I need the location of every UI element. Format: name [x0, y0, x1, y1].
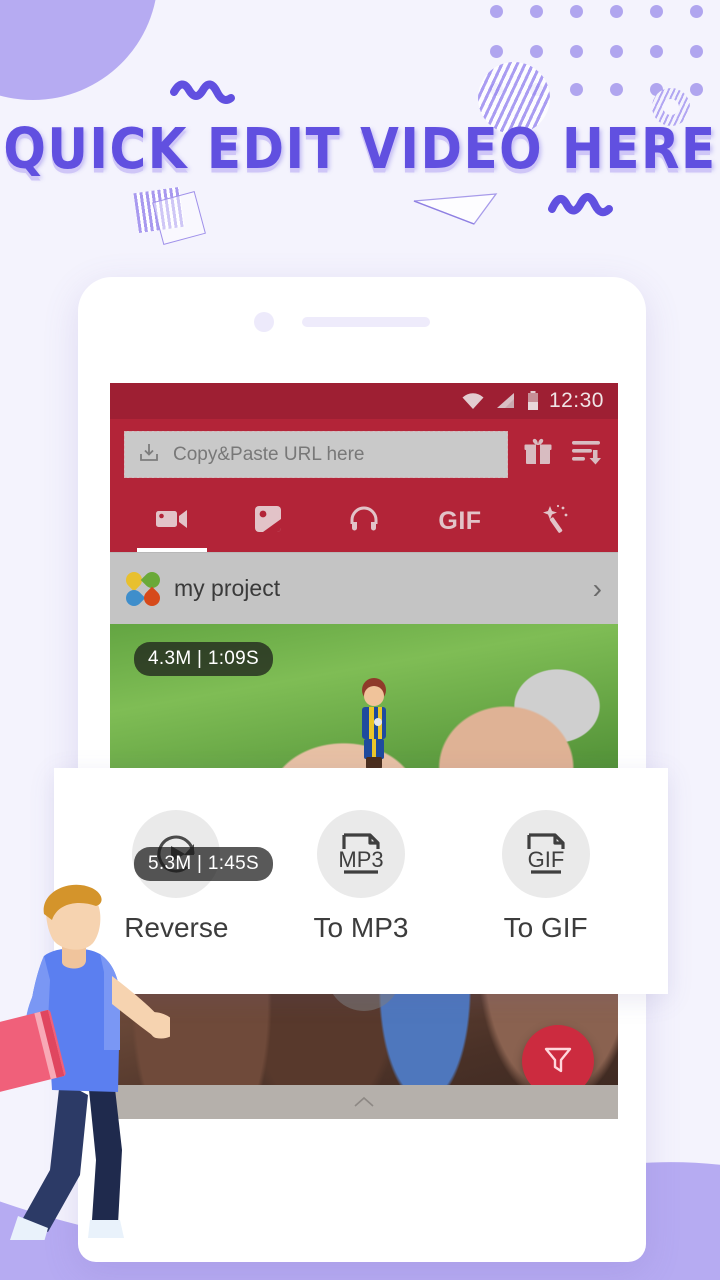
download-list-icon[interactable] [570, 438, 602, 471]
mp3-file-icon: MP3 [316, 810, 405, 898]
video-badge-2: 5.3M | 1:45S [134, 847, 273, 881]
paper-plane-decoration [413, 193, 498, 225]
promo-screenshot: QUICK EDIT VIDEO HERE 12:30 Copy&Paste U… [0, 0, 720, 1280]
outline-square-decoration [152, 191, 206, 245]
filter-funnel-icon [541, 1042, 575, 1081]
toy-figure-graphic [361, 678, 386, 770]
video-badge-1: 4.3M | 1:09S [134, 642, 273, 676]
signal-icon [495, 392, 517, 410]
gift-icon[interactable] [522, 436, 554, 473]
url-row: Copy&Paste URL here [124, 431, 604, 478]
character-illustration [0, 884, 170, 1240]
gif-text-icon: GIF [438, 506, 482, 535]
action-to-gif[interactable]: GIF To GIF [456, 810, 636, 944]
battery-icon [527, 391, 539, 411]
url-input-placeholder: Copy&Paste URL here [173, 443, 365, 465]
headphones-icon [349, 505, 379, 538]
page-title: QUICK EDIT VIDEO HERE [3, 116, 717, 182]
video-camera-icon [155, 507, 189, 536]
tab-magic[interactable] [508, 490, 604, 552]
gif-file-icon: GIF [501, 810, 590, 898]
project-row[interactable]: my project › [110, 552, 618, 624]
striped-square-decoration [133, 186, 185, 234]
bottom-bar [110, 1085, 618, 1119]
squiggle-decoration-right [548, 193, 613, 217]
project-title: my project [174, 575, 281, 601]
tab-gif[interactable]: GIF [412, 490, 508, 552]
action-to-mp3[interactable]: MP3 To MP3 [271, 810, 451, 944]
tab-video[interactable] [124, 490, 220, 552]
app-bar-actions [522, 436, 604, 473]
download-box-icon [137, 440, 161, 469]
front-camera-icon [254, 312, 274, 332]
svg-text:GIF: GIF [527, 847, 564, 872]
squiggle-decoration-left [170, 80, 235, 104]
svg-text:MP3: MP3 [338, 847, 383, 872]
magic-wand-icon [541, 504, 571, 539]
image-icon [254, 505, 282, 538]
url-input[interactable]: Copy&Paste URL here [124, 431, 508, 478]
flower-logo-icon [122, 568, 164, 609]
status-bar: 12:30 [110, 383, 618, 419]
purple-blob-decoration [0, 0, 158, 100]
tab-bar: GIF [124, 490, 604, 552]
app-bar: Copy&Paste URL here GIF [110, 419, 618, 552]
tab-photo[interactable] [220, 490, 316, 552]
wifi-icon [461, 392, 485, 410]
status-bar-clock: 12:30 [548, 389, 604, 412]
chevron-right-icon[interactable]: › [593, 574, 602, 603]
action-to-mp3-label: To MP3 [313, 912, 409, 943]
action-to-gif-label: To GIF [503, 912, 588, 943]
tab-audio[interactable] [316, 490, 412, 552]
earpiece-speaker [302, 317, 430, 327]
